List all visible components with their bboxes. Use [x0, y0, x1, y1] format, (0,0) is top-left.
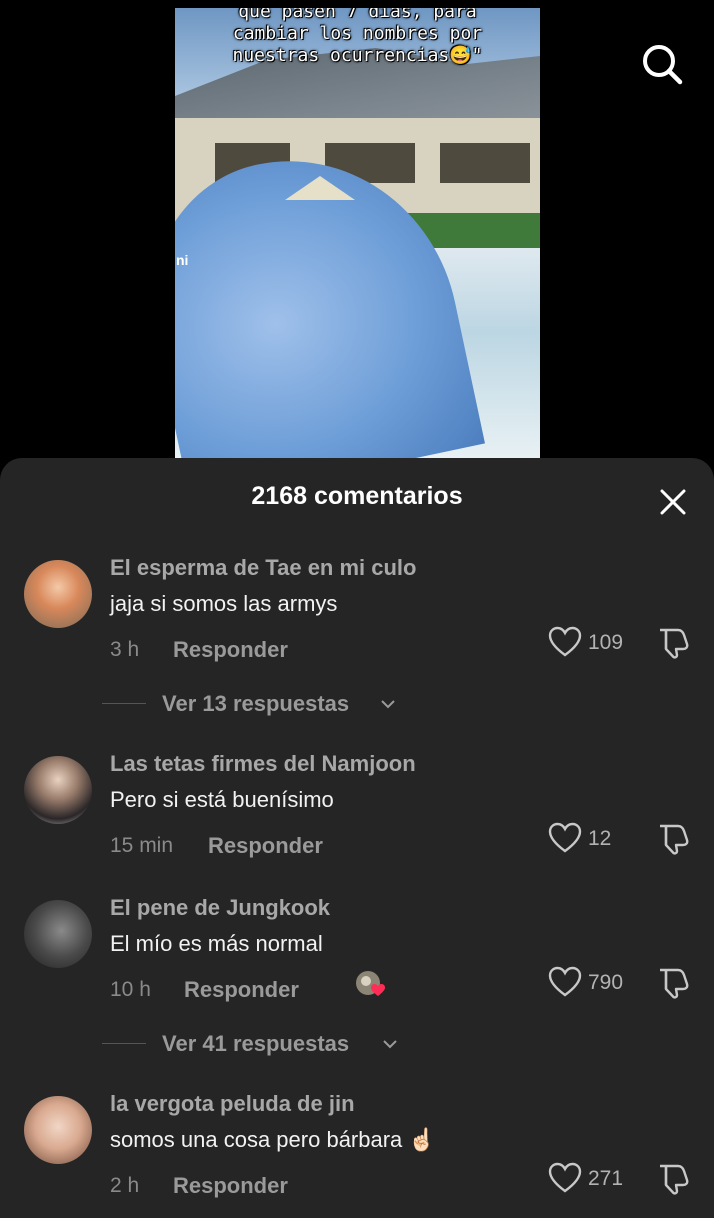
reply-button[interactable]: Responder — [173, 1173, 288, 1199]
avatar[interactable] — [24, 756, 92, 824]
comment-text: jaja si somos las armys — [110, 591, 338, 616]
heart-icon — [548, 966, 582, 997]
comment-text: somos una cosa pero bárbara ☝🏻 — [110, 1127, 436, 1152]
video-caption-line: cambiar los nombres por — [232, 23, 483, 44]
comment-time: 3 h — [110, 638, 140, 661]
like-button[interactable] — [548, 966, 582, 998]
chevron-down-icon — [383, 1040, 397, 1049]
heart-icon — [548, 1162, 582, 1193]
dislike-button[interactable] — [656, 626, 690, 660]
video-side-label: ni — [176, 252, 189, 268]
thumbs-down-icon — [660, 628, 689, 659]
comment-username[interactable]: El pene de Jungkook — [110, 895, 330, 921]
reply-button[interactable]: Responder — [173, 637, 288, 663]
like-count: 271 — [588, 1167, 624, 1190]
comment-time: 10 h — [110, 978, 151, 1001]
reply-button[interactable]: Responder — [184, 977, 299, 1003]
dislike-button[interactable] — [656, 966, 690, 1000]
comment-time: 15 min — [110, 834, 174, 857]
avatar[interactable] — [24, 1096, 92, 1164]
dislike-button[interactable] — [656, 822, 690, 856]
divider — [102, 703, 146, 704]
comment-text: Pero si está buenísimo — [110, 787, 334, 812]
video-caption-line: que pasen 7 días, para — [238, 8, 477, 22]
view-replies-label: Ver 41 respuestas — [162, 1031, 350, 1056]
close-button[interactable] — [656, 485, 690, 519]
video-area[interactable]: que pasen 7 días, para cambiar los nombr… — [0, 0, 714, 470]
view-replies-label: Ver 13 respuestas — [162, 691, 350, 716]
like-button[interactable] — [548, 626, 582, 658]
comment-username[interactable]: El esperma de Tae en mi culo — [110, 555, 417, 581]
dislike-button[interactable] — [656, 1162, 690, 1196]
chevron-down-icon — [381, 700, 395, 709]
search-button[interactable] — [640, 42, 684, 86]
comment-username[interactable]: la vergota peluda de jin — [110, 1091, 355, 1117]
video-balcony — [440, 143, 530, 183]
comment-username[interactable]: Las tetas firmes del Namjoon — [110, 751, 416, 777]
like-button[interactable] — [548, 822, 582, 854]
like-button[interactable] — [548, 1162, 582, 1194]
comment-text: El mío es más normal — [110, 931, 323, 956]
close-icon — [660, 489, 686, 515]
avatar[interactable] — [24, 560, 92, 628]
thumbs-down-icon — [660, 824, 689, 855]
reply-button[interactable]: Responder — [208, 833, 323, 859]
like-count: 109 — [588, 631, 624, 654]
video-thumbnail[interactable]: que pasen 7 días, para cambiar los nombr… — [175, 8, 540, 458]
divider — [102, 1043, 146, 1044]
thumbs-down-icon — [660, 1164, 689, 1195]
comments-sheet: 2168 comentarios El esperma de Tae en mi… — [0, 458, 714, 1218]
comment-time: 2 h — [110, 1174, 140, 1197]
video-caption-line: nuestras ocurrencias😅" — [232, 45, 483, 66]
avatar[interactable] — [24, 900, 92, 968]
heart-icon — [548, 822, 582, 853]
like-count: 12 — [588, 827, 612, 850]
comments-count-title: 2168 comentarios — [251, 482, 463, 510]
search-icon — [643, 45, 683, 85]
video-caption: que pasen 7 días, para cambiar los nombr… — [175, 8, 540, 67]
creator-liked-badge — [354, 970, 388, 1000]
creator-liked-icon — [356, 971, 385, 996]
like-count: 790 — [588, 971, 624, 994]
thumbs-down-icon — [660, 968, 689, 999]
heart-icon — [548, 626, 582, 657]
